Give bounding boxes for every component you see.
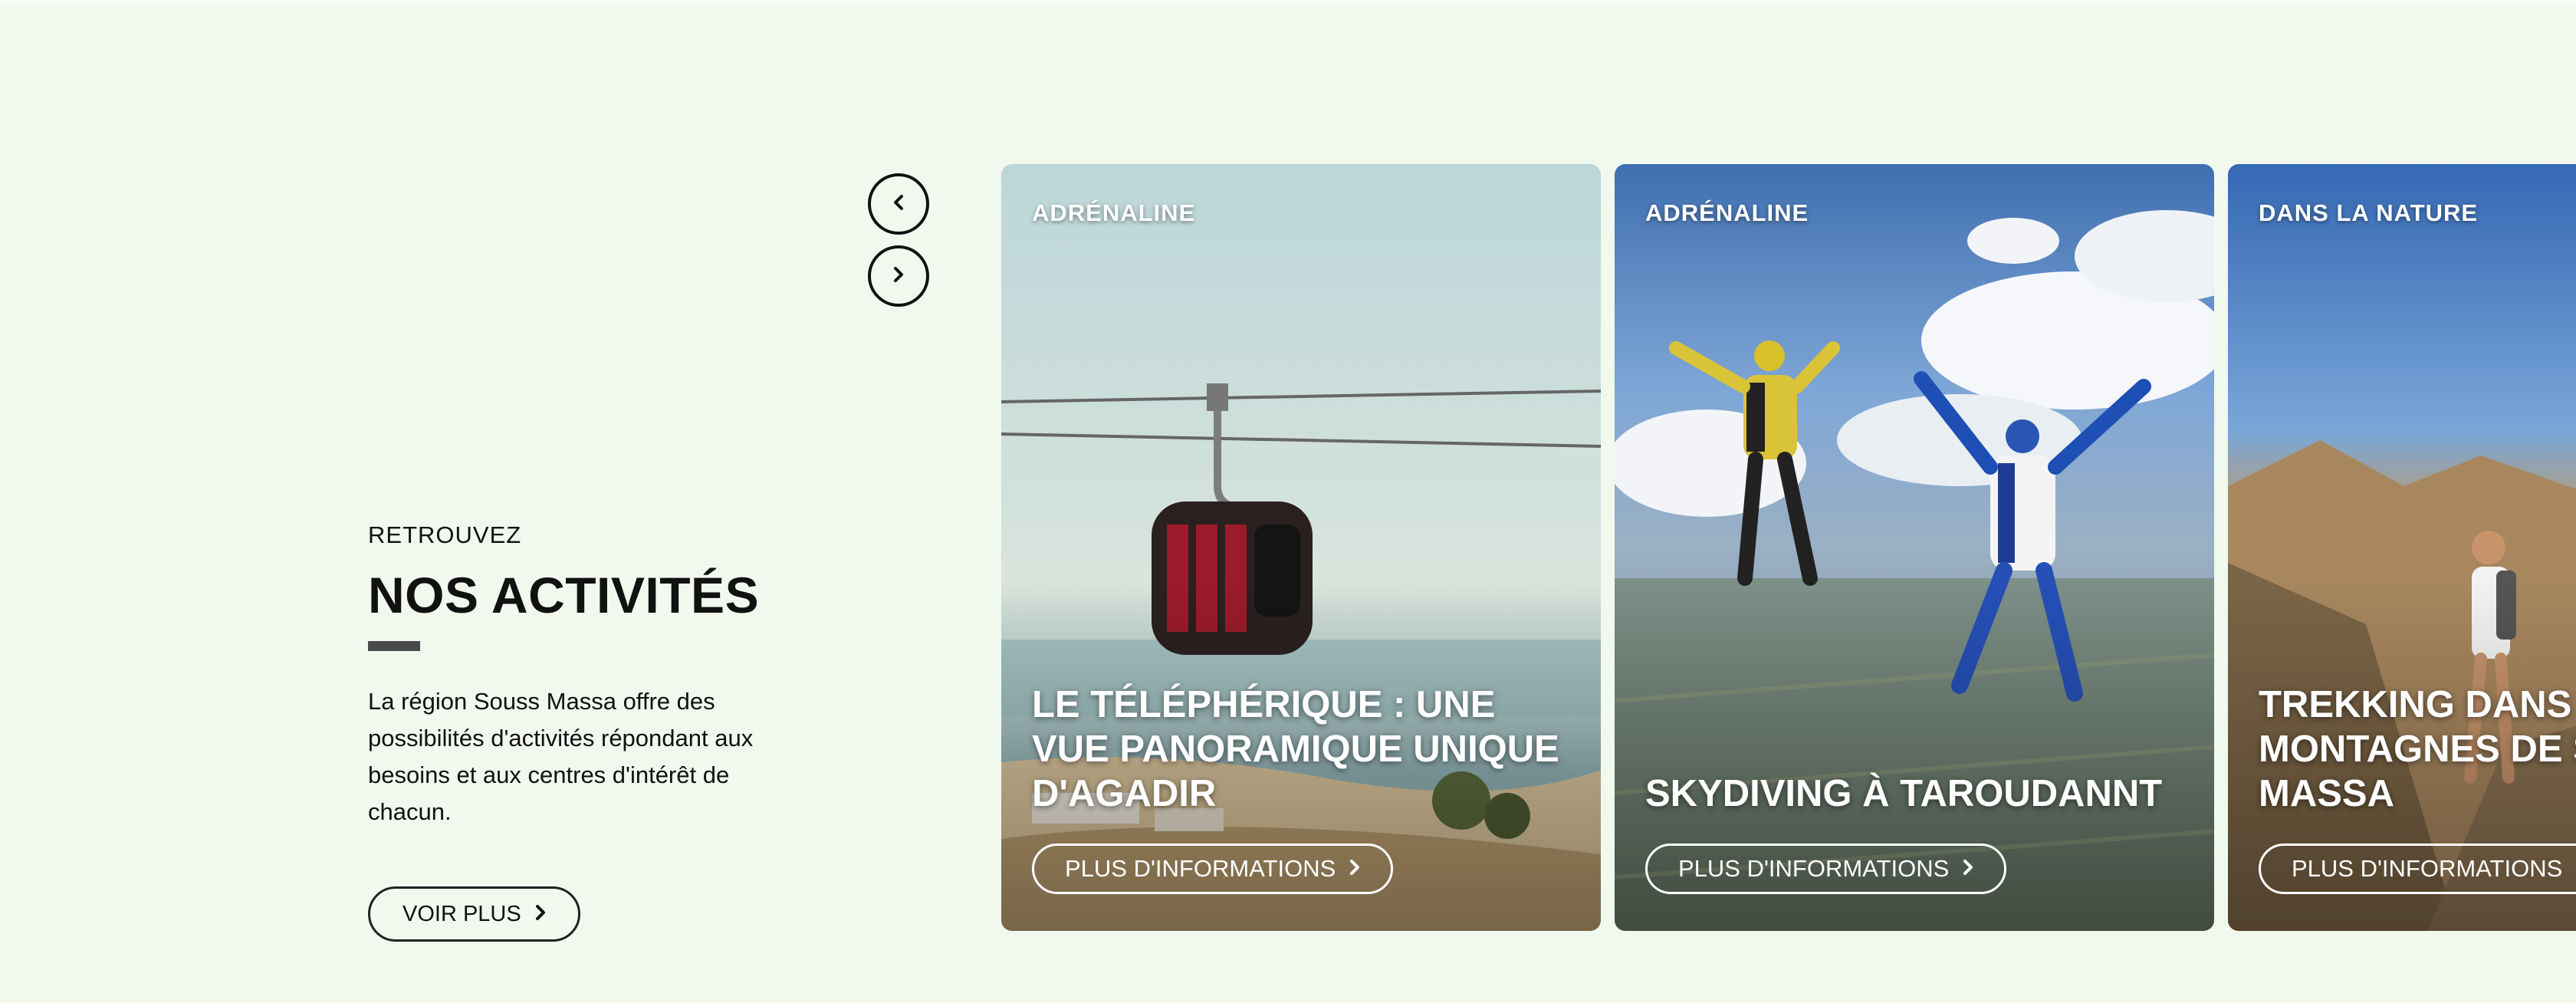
- heading-underline: [368, 641, 420, 651]
- chevron-right-icon: [1349, 857, 1360, 881]
- voir-plus-button[interactable]: VOIR PLUS: [368, 886, 580, 942]
- card-category: ADRÉNALINE: [1645, 199, 1809, 226]
- carousel-prev-button[interactable]: [868, 173, 929, 235]
- activity-card[interactable]: DANS LA NATURE TREKKING DANS LES MONTAGN…: [2228, 164, 2576, 931]
- card-category: DANS LA NATURE: [2259, 199, 2479, 226]
- carousel-next-button[interactable]: [868, 245, 929, 307]
- more-info-label: PLUS D'INFORMATIONS: [1065, 855, 1336, 882]
- more-info-label: PLUS D'INFORMATIONS: [2292, 855, 2563, 882]
- section-description: La région Souss Massa offre des possibil…: [368, 688, 754, 825]
- activity-card[interactable]: ADRÉNALINE LE TÉLÉPHÉRIQUE : UNE VUE PAN…: [1001, 164, 1601, 931]
- section-eyebrow: RETROUVEZ: [368, 521, 522, 548]
- more-info-button[interactable]: PLUS D'INFORMATIONS: [2259, 844, 2576, 894]
- chevron-left-icon: [892, 193, 905, 215]
- activities-intro: RETROUVEZ NOS ACTIVITÉS La région Souss …: [368, 521, 813, 942]
- more-info-button[interactable]: PLUS D'INFORMATIONS: [1645, 844, 2007, 894]
- card-title: SKYDIVING À TAROUDANNT: [1645, 773, 2163, 814]
- more-info-label: PLUS D'INFORMATIONS: [1678, 855, 1950, 882]
- card-category: ADRÉNALINE: [1032, 199, 1196, 226]
- top-divider: [0, 0, 2576, 5]
- card-title: LE TÉLÉPHÉRIQUE : UNE VUE PANORAMIQUE UN…: [1032, 684, 1559, 814]
- activity-card[interactable]: ADRÉNALINE SKYDIVING À TAROUDANNT PLUS D…: [1615, 164, 2214, 931]
- card-title: TREKKING DANS LES MONTAGNES DE SOUSS MAS…: [2259, 684, 2576, 814]
- chevron-right-icon: [892, 265, 905, 288]
- section-heading: NOS ACTIVITÉS: [368, 567, 760, 623]
- chevron-right-icon: [1963, 857, 1973, 881]
- voir-plus-label: VOIR PLUS: [402, 901, 521, 926]
- chevron-right-icon: [535, 903, 546, 926]
- more-info-button[interactable]: PLUS D'INFORMATIONS: [1032, 844, 1394, 894]
